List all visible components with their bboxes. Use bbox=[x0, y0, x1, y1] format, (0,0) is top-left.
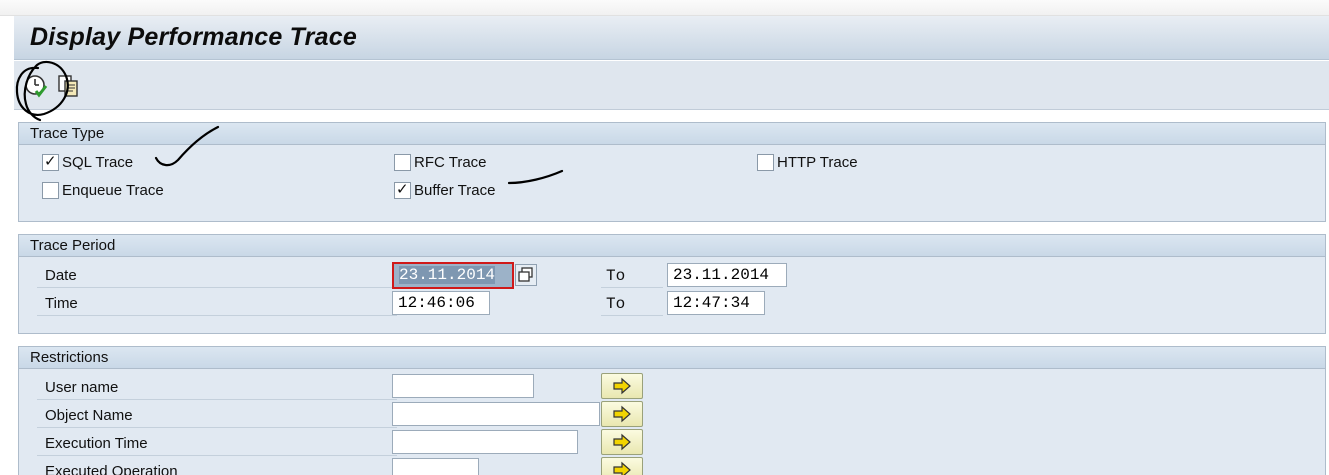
popup-window-icon[interactable] bbox=[515, 264, 537, 286]
date-from-field[interactable]: 23.11.2014 bbox=[392, 262, 514, 289]
date-label: Date bbox=[45, 267, 77, 284]
execution-time-field[interactable] bbox=[392, 430, 578, 454]
enqueue-trace-checkbox[interactable] bbox=[42, 182, 59, 199]
arrow-right-icon bbox=[613, 461, 631, 475]
restrictions-heading: Restrictions bbox=[19, 347, 1325, 369]
application-toolbar bbox=[14, 61, 1329, 110]
buffer-trace-checkbox[interactable]: ✓ bbox=[394, 181, 411, 199]
arrow-right-icon bbox=[613, 405, 631, 423]
sql-trace-label: SQL Trace bbox=[62, 154, 134, 171]
date-to-label: To bbox=[606, 267, 626, 285]
row-divider bbox=[37, 455, 397, 456]
execute-clock-icon[interactable] bbox=[24, 74, 48, 98]
enqueue-trace-label: Enqueue Trace bbox=[62, 182, 164, 199]
arrow-right-icon bbox=[613, 433, 631, 451]
rfc-trace-label: RFC Trace bbox=[414, 154, 487, 171]
rfc-trace-checkbox[interactable] bbox=[394, 154, 411, 171]
time-from-field[interactable]: 12:46:06 bbox=[392, 291, 490, 315]
multiple-selection-button[interactable] bbox=[601, 429, 643, 455]
top-strip bbox=[0, 0, 1329, 16]
copy-variant-icon[interactable] bbox=[57, 74, 81, 98]
date-from-value: 23.11.2014 bbox=[399, 266, 496, 284]
user-name-field[interactable] bbox=[392, 374, 534, 398]
executed-operation-label: Executed Operation bbox=[45, 463, 178, 475]
row-divider bbox=[37, 315, 397, 316]
multiple-selection-button[interactable] bbox=[601, 373, 643, 399]
multiple-selection-button[interactable] bbox=[601, 457, 643, 475]
trace-period-group: Trace Period Date 23.11.2014 To 23.11.20… bbox=[18, 234, 1326, 334]
check-mark: ✓ bbox=[396, 181, 409, 198]
execution-time-label: Execution Time bbox=[45, 435, 148, 452]
object-name-label: Object Name bbox=[45, 407, 133, 424]
sap-screen: Display Performance Trace Trace Type ✓ S… bbox=[0, 0, 1329, 475]
row-divider bbox=[37, 399, 397, 400]
check-mark: ✓ bbox=[44, 153, 57, 170]
row-divider bbox=[601, 287, 663, 288]
date-to-field[interactable]: 23.11.2014 bbox=[667, 263, 787, 287]
row-divider bbox=[37, 427, 397, 428]
user-name-label: User name bbox=[45, 379, 119, 396]
restrictions-group: Restrictions User name Object Name Execu… bbox=[18, 346, 1326, 475]
time-to-label: To bbox=[606, 295, 626, 313]
row-divider bbox=[37, 287, 397, 288]
trace-type-group: Trace Type ✓ SQL Trace RFC Trace HTTP Tr… bbox=[18, 122, 1326, 222]
time-to-field[interactable]: 12:47:34 bbox=[667, 291, 765, 315]
title-bar: Display Performance Trace bbox=[14, 16, 1329, 60]
arrow-right-icon bbox=[613, 377, 631, 395]
row-divider bbox=[601, 315, 663, 316]
http-trace-label: HTTP Trace bbox=[777, 154, 858, 171]
time-label: Time bbox=[45, 295, 78, 312]
trace-period-heading: Trace Period bbox=[19, 235, 1325, 257]
http-trace-checkbox[interactable] bbox=[757, 154, 774, 171]
page-title: Display Performance Trace bbox=[30, 23, 357, 51]
object-name-field[interactable] bbox=[392, 402, 600, 426]
trace-type-heading: Trace Type bbox=[19, 123, 1325, 145]
multiple-selection-button[interactable] bbox=[601, 401, 643, 427]
buffer-trace-label: Buffer Trace bbox=[414, 182, 496, 199]
executed-operation-field[interactable] bbox=[392, 458, 479, 475]
sql-trace-checkbox[interactable]: ✓ bbox=[42, 153, 59, 171]
